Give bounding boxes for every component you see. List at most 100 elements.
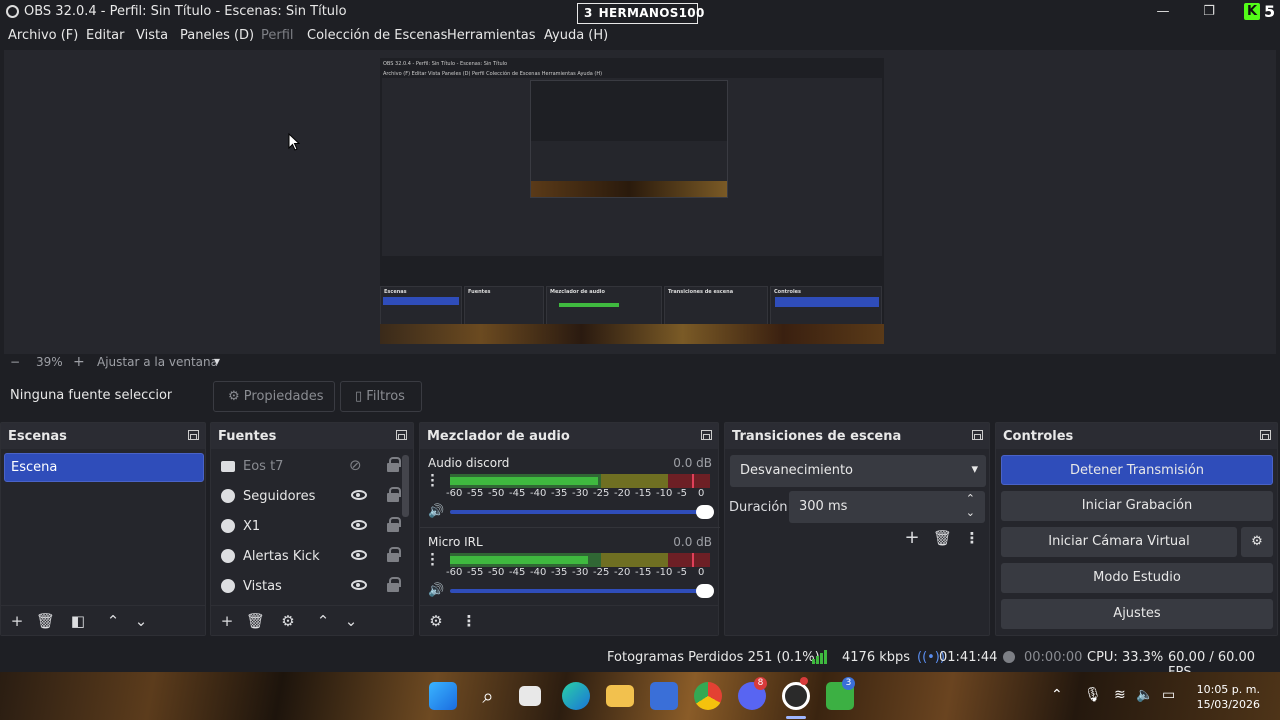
eye-icon[interactable] xyxy=(351,580,367,590)
menu-coleccion-escenas[interactable]: Colección de Escenas xyxy=(307,28,447,43)
chevron-up-icon[interactable]: ⌃ xyxy=(1051,687,1063,703)
studio-mode-button[interactable]: Modo Estudio xyxy=(1001,563,1273,593)
remove-transition-button[interactable]: 🗑 xyxy=(933,529,952,547)
source-row[interactable]: Vistas xyxy=(219,573,407,601)
badge-number: 3 xyxy=(584,6,593,20)
mouse-cursor-icon xyxy=(288,133,300,151)
scale-tick: -20 xyxy=(614,567,631,578)
stop-streaming-button[interactable]: Detener Transmisión xyxy=(1001,455,1273,485)
eye-hidden-icon[interactable]: ⊘ xyxy=(349,456,362,474)
scene-filters-button[interactable]: ◧ xyxy=(69,612,87,630)
fit-dropdown-icon[interactable]: ▾ xyxy=(214,354,220,368)
battery-icon[interactable]: ▭ xyxy=(1162,687,1175,703)
search-icon[interactable]: ⌕ xyxy=(474,682,502,710)
volume-slider-handle[interactable] xyxy=(696,584,714,598)
microphone-icon[interactable]: 🎙 xyxy=(1084,687,1102,703)
virtual-camera-settings-button[interactable]: ⚙ xyxy=(1241,527,1273,557)
undock-icon[interactable] xyxy=(1260,430,1271,440)
move-scene-down-button[interactable]: ⌄ xyxy=(132,612,150,630)
source-properties-button[interactable]: ⚙ xyxy=(279,612,297,630)
zoom-out-button[interactable]: − xyxy=(10,355,20,369)
add-source-button[interactable]: + xyxy=(218,612,236,630)
volume-slider[interactable] xyxy=(450,505,714,519)
mixer-menu-icon[interactable]: ⋮ xyxy=(460,612,478,630)
duration-up-icon[interactable]: ⌃ xyxy=(966,492,975,505)
start-recording-button[interactable]: Iniciar Grabación xyxy=(1001,491,1273,521)
chrome-icon[interactable] xyxy=(694,682,722,710)
browser-source-icon xyxy=(221,519,235,533)
transition-menu-icon[interactable]: ⋮ xyxy=(963,529,981,547)
meter-zone-bg xyxy=(600,474,669,488)
settings-button[interactable]: Ajustes xyxy=(1001,599,1273,629)
obs-taskbar-icon[interactable] xyxy=(782,682,810,710)
scale-tick: -25 xyxy=(593,488,610,499)
menu-archivo[interactable]: Archivo (F) xyxy=(8,28,78,43)
menu-paneles[interactable]: Paneles (D) xyxy=(180,28,254,43)
move-source-up-button[interactable]: ⌃ xyxy=(314,612,332,630)
taskbar-clock[interactable]: 10:05 p. m. 15/03/2026 xyxy=(1197,682,1260,712)
undock-icon[interactable] xyxy=(972,430,983,440)
volume-slider[interactable] xyxy=(450,584,714,598)
zoom-in-button[interactable]: + xyxy=(73,354,85,370)
record-icon xyxy=(1003,651,1015,663)
chevron-down-icon: ▾ xyxy=(971,462,978,477)
sources-scrollbar[interactable] xyxy=(402,455,409,517)
menu-herramientas[interactable]: Herramientas xyxy=(447,28,536,43)
menu-perfil[interactable]: Perfil xyxy=(261,28,294,43)
fit-to-window-label[interactable]: Ajustar a la ventana xyxy=(97,355,218,369)
start-button[interactable] xyxy=(429,682,457,710)
source-row[interactable]: Alertas Kick xyxy=(219,543,407,571)
scenes-dock: Escenas Escena + 🗑 ◧ ⌃ ⌄ xyxy=(0,422,206,636)
eye-icon[interactable] xyxy=(351,550,367,560)
meter-peak-marker xyxy=(691,474,694,488)
remove-scene-button[interactable]: 🗑 xyxy=(36,612,55,630)
lock-icon[interactable] xyxy=(387,547,401,562)
add-scene-button[interactable]: + xyxy=(8,612,26,630)
store-icon[interactable] xyxy=(650,682,678,710)
undock-icon[interactable] xyxy=(396,430,407,440)
eye-icon[interactable] xyxy=(351,520,367,530)
menu-ayuda[interactable]: Ayuda (H) xyxy=(544,28,608,43)
cpu-usage: CPU: 33.3% xyxy=(1087,650,1164,665)
channel-menu-icon[interactable]: · · · xyxy=(430,549,435,572)
volume-icon[interactable]: 🔈 xyxy=(1136,687,1153,703)
transition-select[interactable]: Desvanecimiento ▾ xyxy=(730,455,986,487)
lock-icon[interactable] xyxy=(387,487,401,502)
lock-icon[interactable] xyxy=(387,457,401,472)
source-row[interactable]: X1 xyxy=(219,513,407,541)
remove-source-button[interactable]: 🗑 xyxy=(246,612,265,630)
minimize-button[interactable]: — xyxy=(1152,2,1174,22)
duration-down-icon[interactable]: ⌄ xyxy=(966,506,975,519)
mixer-channel: Micro IRL 0.0 dB · · · -60 -55 -50 -45 -40 -35-… xyxy=(422,533,718,609)
advanced-audio-icon[interactable]: ⚙ xyxy=(427,612,445,630)
move-source-down-button[interactable]: ⌄ xyxy=(342,612,360,630)
filters-button[interactable]: ▯ Filtros xyxy=(340,381,422,412)
menu-vista[interactable]: Vista xyxy=(136,28,168,43)
edge-icon[interactable] xyxy=(562,682,590,710)
menu-editar[interactable]: Editar xyxy=(86,28,125,43)
duration-field[interactable]: 300 ms ⌃ ⌄ xyxy=(789,491,985,523)
properties-button[interactable]: ⚙ Propiedades xyxy=(213,381,335,412)
lock-icon[interactable] xyxy=(387,577,401,592)
speaker-icon[interactable]: 🔊 xyxy=(428,583,444,598)
volume-slider-handle[interactable] xyxy=(696,505,714,519)
kick-icon[interactable]: K xyxy=(1244,3,1260,20)
scene-item[interactable]: Escena xyxy=(4,453,204,482)
start-virtual-camera-button[interactable]: Iniciar Cámara Virtual xyxy=(1001,527,1237,557)
speaker-icon[interactable]: 🔊 xyxy=(428,504,444,519)
restore-button[interactable]: ❐ xyxy=(1198,2,1220,22)
undock-icon[interactable] xyxy=(701,430,712,440)
undock-icon[interactable] xyxy=(188,430,199,440)
signal-icon xyxy=(812,650,828,664)
move-scene-up-button[interactable]: ⌃ xyxy=(104,612,122,630)
channel-menu-icon[interactable]: · · · xyxy=(430,470,435,493)
file-explorer-icon[interactable] xyxy=(606,685,634,707)
source-row[interactable]: Seguidores xyxy=(219,483,407,511)
lock-icon[interactable] xyxy=(387,517,401,532)
source-row[interactable]: Eos t7 ⊘ xyxy=(219,453,407,481)
add-transition-button[interactable]: + xyxy=(903,529,921,547)
task-view-icon[interactable] xyxy=(519,686,541,706)
meter-zone-bg xyxy=(668,474,710,488)
wifi-icon[interactable]: ≋ xyxy=(1114,687,1126,703)
eye-icon[interactable] xyxy=(351,490,367,500)
